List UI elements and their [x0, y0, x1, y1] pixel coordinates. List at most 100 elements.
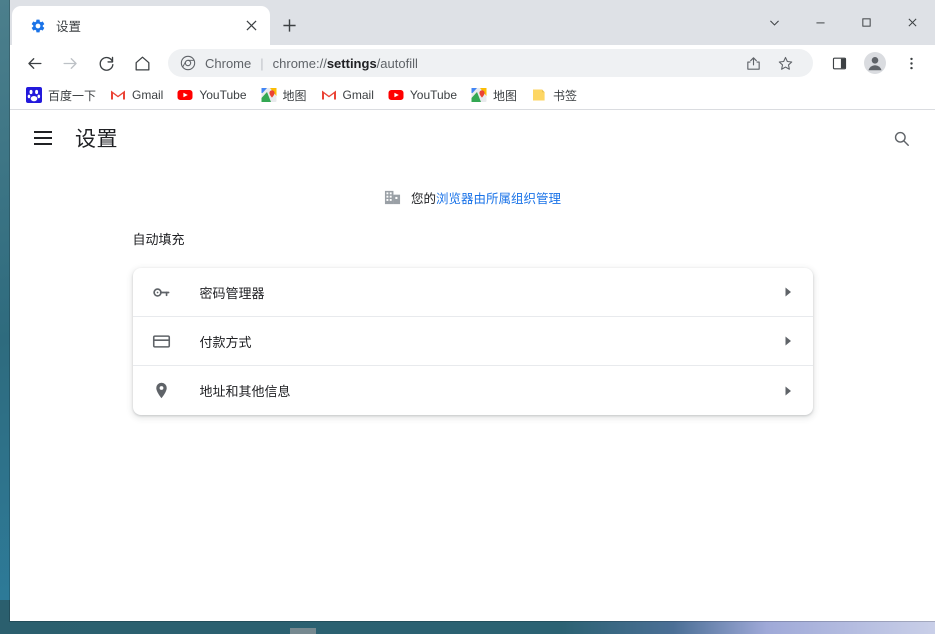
- browser-window: 设置 Chrome | chrome://settings/autofill 百…: [10, 0, 935, 621]
- bookmark-item-maps-1[interactable]: 地图: [255, 84, 313, 106]
- managed-prefix: 您的: [410, 192, 436, 206]
- bookmark-item-gmail-2[interactable]: Gmail: [315, 84, 380, 106]
- back-arrow-icon: [27, 57, 42, 69]
- close-icon: [245, 20, 257, 31]
- bookmark-label: 百度一下: [48, 88, 97, 103]
- credit-card-glyph: [152, 334, 171, 348]
- folder-icon: [533, 89, 545, 101]
- side-panel-button[interactable]: [825, 49, 853, 77]
- key-glyph: [153, 287, 170, 297]
- close-icon: [907, 18, 917, 27]
- arrow-glyph: [785, 386, 791, 395]
- chevron-right-icon: [783, 385, 793, 397]
- back-button[interactable]: [20, 49, 48, 77]
- managed-banner-text: 您的浏览器由所属组织管理: [411, 188, 561, 207]
- maximize-icon: [861, 18, 871, 27]
- chrome-logo-icon: [180, 55, 196, 71]
- chevron-down-icon: [769, 20, 779, 26]
- omnibox-separator: |: [260, 55, 264, 71]
- three-dot-menu-icon: [909, 57, 913, 69]
- plus-icon: [282, 18, 296, 32]
- gear-icon: [31, 19, 45, 32]
- managed-by-organization-banner: 您的浏览器由所属组织管理: [10, 188, 935, 207]
- desktop-background: 设置 Chrome | chrome://settings/autofill 百…: [0, 0, 935, 634]
- share-button[interactable]: [739, 49, 767, 77]
- reload-button[interactable]: [92, 49, 120, 77]
- settings-row-label: 地址和其他信息: [199, 384, 291, 399]
- hamburger-bar: [34, 131, 52, 133]
- settings-row-label: 密码管理器: [199, 285, 265, 301]
- bookmark-label: Gmail: [342, 88, 374, 102]
- bookmarks-bar: 百度一下 Gmail YouTube 地图 Gmail YouTube 地图 书…: [10, 81, 935, 110]
- settings-row-password-manager[interactable]: 密码管理器: [132, 268, 813, 317]
- close-window-button[interactable]: [889, 0, 935, 45]
- browser-toolbar: Chrome | chrome://settings/autofill: [10, 45, 935, 81]
- gmail-icon: [111, 90, 126, 100]
- bookmark-label: 地图: [282, 88, 307, 103]
- settings-row-payment-methods[interactable]: 付款方式: [132, 317, 813, 366]
- forward-arrow-icon: [62, 57, 77, 69]
- enterprise-building-icon: [384, 190, 401, 205]
- close-tab-button[interactable]: [242, 17, 260, 35]
- managed-link[interactable]: 浏览器由所属组织管理: [436, 192, 561, 206]
- browser-menu-button[interactable]: [897, 49, 925, 77]
- location-pin-icon: [151, 380, 173, 402]
- chevron-right-icon: [783, 335, 793, 347]
- omnibox-actions: [737, 49, 801, 77]
- home-button[interactable]: [128, 49, 156, 77]
- omnibox-chip-label: Chrome: [205, 55, 252, 71]
- bookmark-label: YouTube: [199, 88, 247, 102]
- tab-title: 设置: [56, 20, 82, 34]
- bookmark-item-youtube-2[interactable]: YouTube: [382, 84, 463, 106]
- bookmark-folder-shuqian[interactable]: 书签: [525, 84, 583, 106]
- bookmark-label: 书签: [553, 88, 578, 103]
- settings-row-addresses[interactable]: 地址和其他信息: [133, 366, 813, 415]
- tab-search-button[interactable]: [751, 0, 797, 45]
- omnibox-url: chrome://settings/autofill: [273, 56, 418, 71]
- youtube-icon: [388, 90, 404, 100]
- settings-row-label: 付款方式: [199, 334, 252, 350]
- key-icon: [151, 281, 173, 303]
- bookmark-item-maps-2[interactable]: 地图: [465, 84, 523, 106]
- new-tab-button[interactable]: [278, 14, 300, 36]
- bookmark-label: YouTube: [409, 88, 458, 102]
- url-suffix: /autofill: [376, 55, 418, 71]
- address-bar[interactable]: Chrome | chrome://settings/autofill: [168, 49, 813, 77]
- minimize-button[interactable]: [797, 0, 843, 45]
- bookmark-item-baidu[interactable]: 百度一下: [20, 84, 102, 106]
- maps-icon: [261, 88, 277, 102]
- hamburger-bar: [34, 137, 52, 139]
- home-icon: [135, 56, 149, 70]
- settings-search-button[interactable]: [885, 122, 917, 154]
- minimize-icon: [815, 22, 825, 24]
- profile-button[interactable]: [861, 49, 889, 77]
- hamburger-menu-icon[interactable]: [28, 123, 58, 153]
- settings-header: 设置: [10, 110, 935, 166]
- window-controls: [751, 0, 935, 45]
- baidu-icon: [26, 87, 42, 103]
- page-title: 设置: [75, 128, 118, 151]
- maps-icon: [471, 88, 487, 102]
- autofill-card: 密码管理器 付款方式 地址和其他信息: [132, 268, 813, 415]
- bookmark-item-gmail-1[interactable]: Gmail: [104, 84, 169, 106]
- search-icon: [894, 131, 909, 146]
- side-panel-icon: [832, 57, 846, 69]
- credit-card-icon: [151, 330, 173, 352]
- settings-page: 设置 您的浏览器由所属组织管理 自动填充 密码管理器 付款方式 地址和其他信息: [10, 110, 935, 621]
- url-highlight: settings: [326, 55, 377, 71]
- url-prefix: chrome://: [272, 55, 327, 71]
- settings-content: 自动填充 密码管理器 付款方式 地址和其他信息: [132, 229, 813, 415]
- browser-tab-settings[interactable]: 设置: [12, 6, 270, 45]
- youtube-icon: [177, 90, 193, 100]
- chevron-right-icon: [783, 286, 793, 298]
- maximize-button[interactable]: [843, 0, 889, 45]
- forward-button[interactable]: [56, 49, 84, 77]
- tab-strip: 设置: [10, 0, 935, 45]
- arrow-glyph: [785, 336, 791, 346]
- hamburger-bar: [34, 143, 52, 145]
- bookmark-star-button[interactable]: [771, 49, 799, 77]
- arrow-glyph: [785, 287, 791, 297]
- bookmark-label: 地图: [493, 88, 518, 103]
- section-title-autofill: 自动填充: [132, 232, 185, 247]
- bookmark-item-youtube-1[interactable]: YouTube: [171, 84, 252, 106]
